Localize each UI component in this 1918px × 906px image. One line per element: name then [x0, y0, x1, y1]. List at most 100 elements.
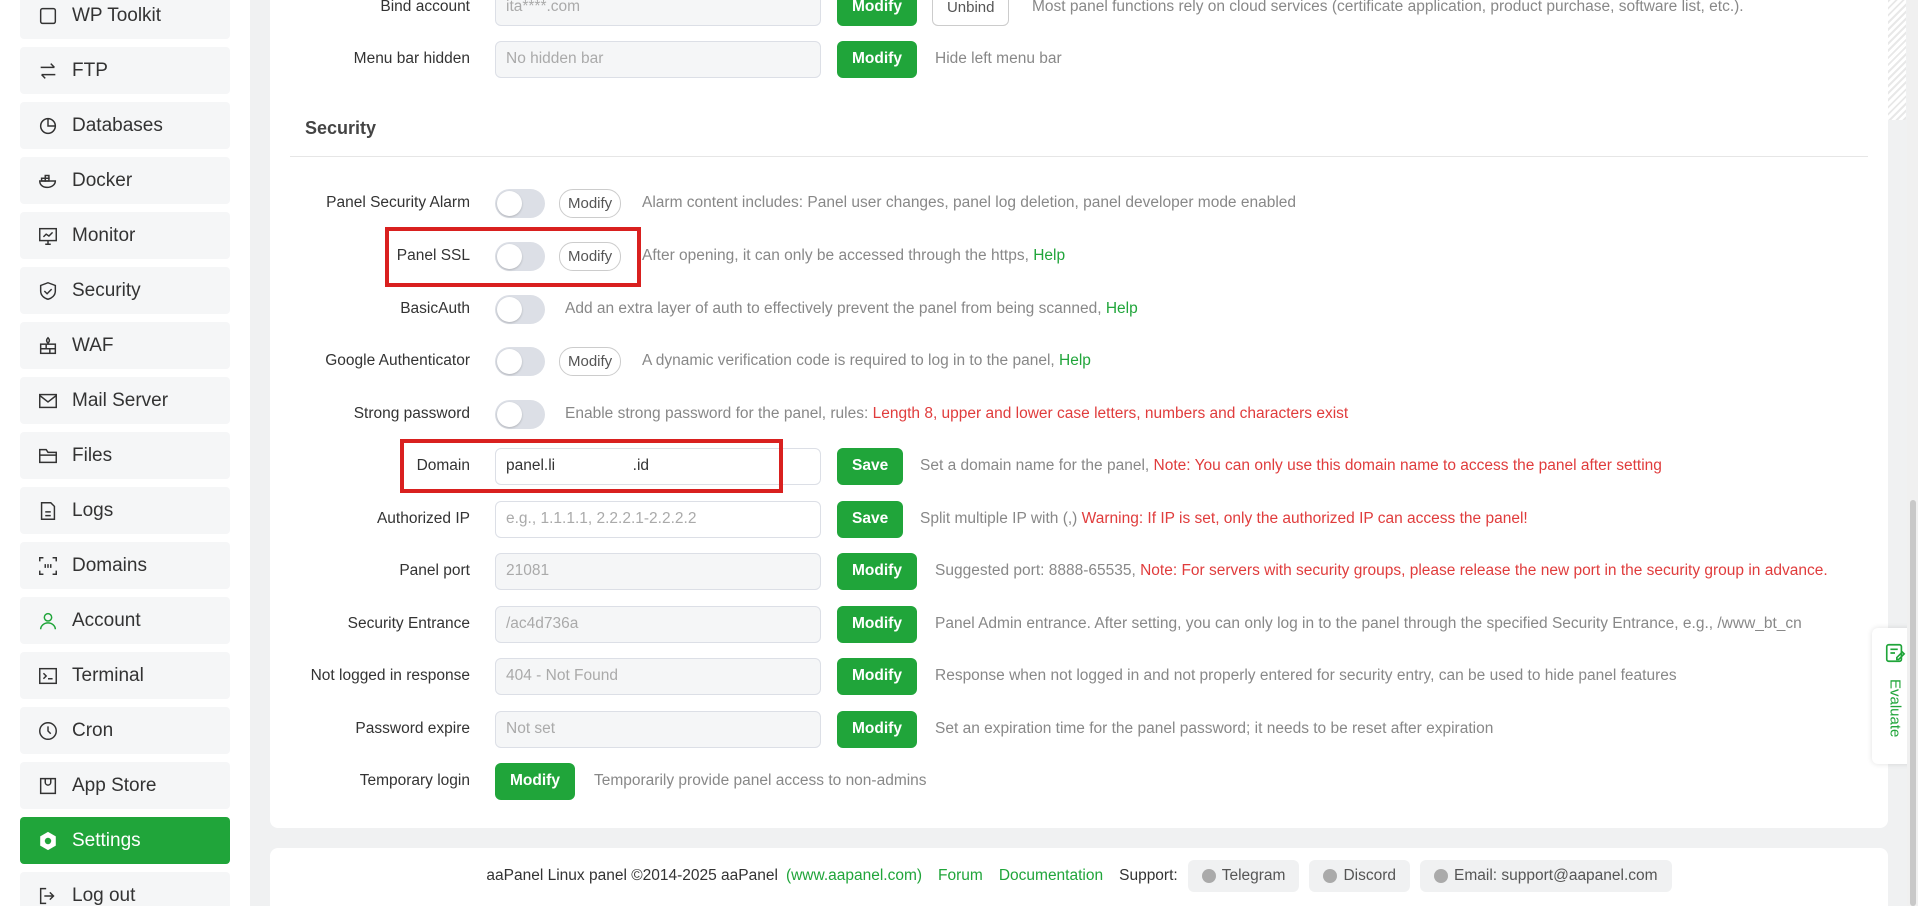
domain-icon — [36, 554, 60, 578]
security-entrance-desc: Panel Admin entrance. After setting, you… — [935, 615, 1802, 632]
sidebar-item-label: Databases — [72, 114, 163, 136]
strong-password-label: Strong password — [353, 405, 470, 422]
authorized-ip-input[interactable]: e.g., 1.1.1.1, 2.2.2.1-2.2.2.2 — [495, 500, 821, 538]
sidebar-item-databases[interactable]: Databases — [20, 102, 230, 149]
not-logged-modify-button[interactable]: Modify — [837, 657, 917, 695]
sidebar-item-ftp[interactable]: FTP — [20, 47, 230, 94]
domain-save-button[interactable]: Save — [837, 447, 904, 485]
basicauth-desc: Add an extra layer of auth to effectivel… — [565, 300, 1138, 318]
email-icon — [1434, 869, 1449, 883]
authorized-ip-save-button[interactable]: Save — [837, 500, 904, 538]
authorized-ip-row: Authorized IP e.g., 1.1.1.1, 2.2.2.1-2.2… — [270, 499, 1888, 539]
mail-icon — [36, 389, 60, 413]
sidebar-item-wp-toolkit[interactable]: WP Toolkit — [20, 0, 230, 39]
sidebar-item-settings[interactable]: Settings — [20, 817, 230, 864]
shield-icon — [36, 279, 60, 303]
discord-icon — [1323, 869, 1338, 883]
password-expire-modify-button[interactable]: Modify — [837, 710, 917, 748]
basicauth-help-link[interactable]: Help — [1106, 300, 1138, 317]
bind-account-modify-button[interactable]: Modify — [837, 0, 917, 26]
security-entrance-row: Security Entrance /ac4d736a Modify Panel… — [270, 604, 1888, 644]
panel-ssl-label: Panel SSL — [396, 247, 470, 264]
bind-account-field[interactable]: ita****.com — [495, 0, 821, 26]
basicauth-label: BasicAuth — [400, 300, 470, 317]
strong-password-toggle[interactable] — [495, 399, 545, 429]
security-entrance-modify-button[interactable]: Modify — [837, 605, 917, 643]
sidebar-item-waf[interactable]: WAF — [20, 322, 230, 369]
sidebar-item-mail-server[interactable]: Mail Server — [20, 377, 230, 424]
temporary-login-row: Temporary login Modify Temporarily provi… — [270, 761, 1888, 801]
sidebar-item-files[interactable]: Files — [20, 432, 230, 479]
domain-input[interactable]: panel.li .id — [495, 447, 821, 485]
settings-panel: Bind account ita****.com Modify Unbind M… — [270, 0, 1888, 828]
footer-docs-link[interactable]: Documentation — [999, 867, 1103, 885]
domain-desc: Set a domain name for the panel, Note: Y… — [920, 457, 1662, 475]
security-entrance-field[interactable]: /ac4d736a — [495, 605, 821, 643]
bind-account-row: Bind account ita****.com Modify Unbind M… — [270, 0, 1888, 27]
bind-account-desc: Most panel functions rely on cloud servi… — [1032, 0, 1744, 15]
transfer-icon — [36, 59, 60, 83]
panel-ssl-desc-text: After opening, it can only be accessed t… — [642, 247, 1029, 264]
security-alarm-modify-button[interactable]: Modify — [559, 188, 622, 218]
password-expire-desc: Set an expiration time for the panel pas… — [935, 720, 1494, 737]
email-button[interactable]: Email: support@aapanel.com — [1420, 860, 1672, 892]
panel-ssl-modify-button[interactable]: Modify — [559, 241, 622, 271]
footer-support-label: Support: — [1119, 867, 1178, 884]
menu-bar-field[interactable]: No hidden bar — [495, 40, 821, 78]
not-logged-row: Not logged in response 404 - Not Found M… — [270, 656, 1888, 696]
temporary-login-label: Temporary login — [359, 772, 470, 789]
basicauth-desc-text: Add an extra layer of auth to effectivel… — [565, 300, 1102, 317]
sidebar-item-log-out[interactable]: Log out — [20, 872, 230, 906]
strong-password-row: Strong password Enable strong password f… — [270, 394, 1888, 434]
panel-ssl-row: Panel SSL Modify After opening, it can o… — [270, 236, 1888, 276]
not-logged-field[interactable]: 404 - Not Found — [495, 657, 821, 695]
panel-port-modify-button[interactable]: Modify — [837, 552, 917, 590]
google-auth-help-link[interactable]: Help — [1059, 352, 1091, 369]
google-auth-toggle[interactable] — [495, 346, 545, 376]
authorized-ip-warning: Warning: If IP is set, only the authoriz… — [1081, 510, 1528, 527]
sidebar-item-docker[interactable]: Docker — [20, 157, 230, 204]
section-title: Security — [305, 118, 377, 138]
sidebar-item-security[interactable]: Security — [20, 267, 230, 314]
scrollbar-thumb[interactable] — [1910, 500, 1916, 906]
panel-ssl-help-link[interactable]: Help — [1033, 247, 1065, 264]
google-auth-modify-button[interactable]: Modify — [559, 346, 622, 376]
menu-bar-modify-button[interactable]: Modify — [837, 40, 917, 78]
sidebar-item-label: Account — [72, 609, 141, 631]
logout-icon — [36, 884, 60, 906]
terminal-icon — [36, 664, 60, 688]
password-expire-field[interactable]: Not set — [495, 710, 821, 748]
security-alarm-toggle[interactable] — [495, 188, 545, 218]
pie-chart-icon — [36, 114, 60, 138]
discord-button[interactable]: Discord — [1309, 860, 1411, 892]
sidebar-item-cron[interactable]: Cron — [20, 707, 230, 754]
menu-bar-label: Menu bar hidden — [353, 50, 470, 67]
telegram-button[interactable]: Telegram — [1187, 860, 1300, 892]
unbind-button[interactable]: Unbind — [931, 0, 1010, 26]
footer-site-link[interactable]: (www.aapanel.com) — [786, 867, 922, 885]
decorative-stripes — [1888, 0, 1906, 120]
discord-label: Discord — [1343, 867, 1397, 884]
temporary-login-modify-button[interactable]: Modify — [495, 762, 575, 800]
sidebar-item-terminal[interactable]: Terminal — [20, 652, 230, 699]
panel-ssl-toggle[interactable] — [495, 241, 545, 271]
sidebar-item-account[interactable]: Account — [20, 597, 230, 644]
panel-port-note: Note: For servers with security groups, … — [1140, 562, 1828, 579]
panel-port-field[interactable]: 21081 — [495, 552, 821, 590]
sidebar: WP Toolkit FTP Databases Docker Monitor … — [0, 0, 250, 906]
security-alarm-row: Panel Security Alarm Modify Alarm conten… — [270, 183, 1888, 223]
telegram-icon — [1201, 869, 1216, 883]
basicauth-toggle[interactable] — [495, 294, 545, 324]
google-auth-row: Google Authenticator Modify A dynamic ve… — [270, 341, 1888, 381]
sidebar-item-label: Domains — [72, 554, 147, 576]
security-entrance-label: Security Entrance — [347, 615, 470, 632]
sidebar-item-logs[interactable]: Logs — [20, 487, 230, 534]
sidebar-item-monitor[interactable]: Monitor — [20, 212, 230, 259]
sidebar-item-label: Docker — [72, 169, 133, 191]
divider — [290, 156, 1868, 157]
sidebar-item-app-store[interactable]: App Store — [20, 762, 230, 809]
sidebar-item-domains[interactable]: Domains — [20, 542, 230, 589]
google-auth-label: Google Authenticator — [325, 352, 470, 369]
footer-forum-link[interactable]: Forum — [938, 867, 983, 885]
footer-copyright: aaPanel Linux panel ©2014-2025 aaPanel — [486, 867, 778, 884]
